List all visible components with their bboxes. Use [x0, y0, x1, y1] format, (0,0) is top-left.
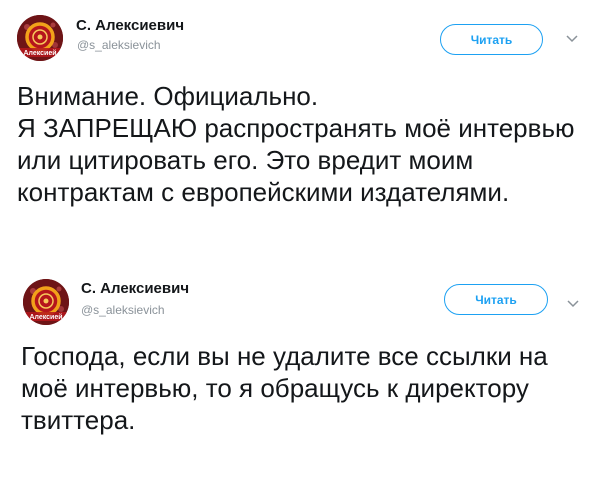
- avatar-icon: Алексией: [17, 15, 63, 61]
- author-name[interactable]: С. Алексиевич: [76, 17, 184, 34]
- avatar-icon: Алексией: [23, 279, 69, 325]
- follow-button[interactable]: Читать: [444, 284, 548, 315]
- avatar[interactable]: Алексией: [23, 279, 69, 325]
- tweet-card: Алексией С. Алексиевич @s_aleksievich Чи…: [0, 0, 595, 250]
- author-name[interactable]: С. Алексиевич: [81, 280, 189, 297]
- tweet-card: Алексией С. Алексиевич @s_aleksievich Чи…: [0, 262, 595, 479]
- tweet-text: Господа, если вы не удалите все ссылки н…: [21, 341, 548, 435]
- author-handle[interactable]: @s_aleksievich: [81, 303, 165, 317]
- avatar[interactable]: Алексией: [17, 15, 63, 61]
- svg-text:Алексией: Алексией: [29, 313, 62, 321]
- tweet-text: Внимание. Официально. Я ЗАПРЕЩАЮ распрос…: [17, 81, 575, 207]
- follow-button[interactable]: Читать: [440, 24, 543, 55]
- chevron-down-icon[interactable]: [566, 33, 578, 43]
- author-handle[interactable]: @s_aleksievich: [77, 38, 161, 52]
- chevron-down-icon[interactable]: [566, 298, 580, 308]
- svg-text:Алексией: Алексией: [23, 49, 56, 57]
